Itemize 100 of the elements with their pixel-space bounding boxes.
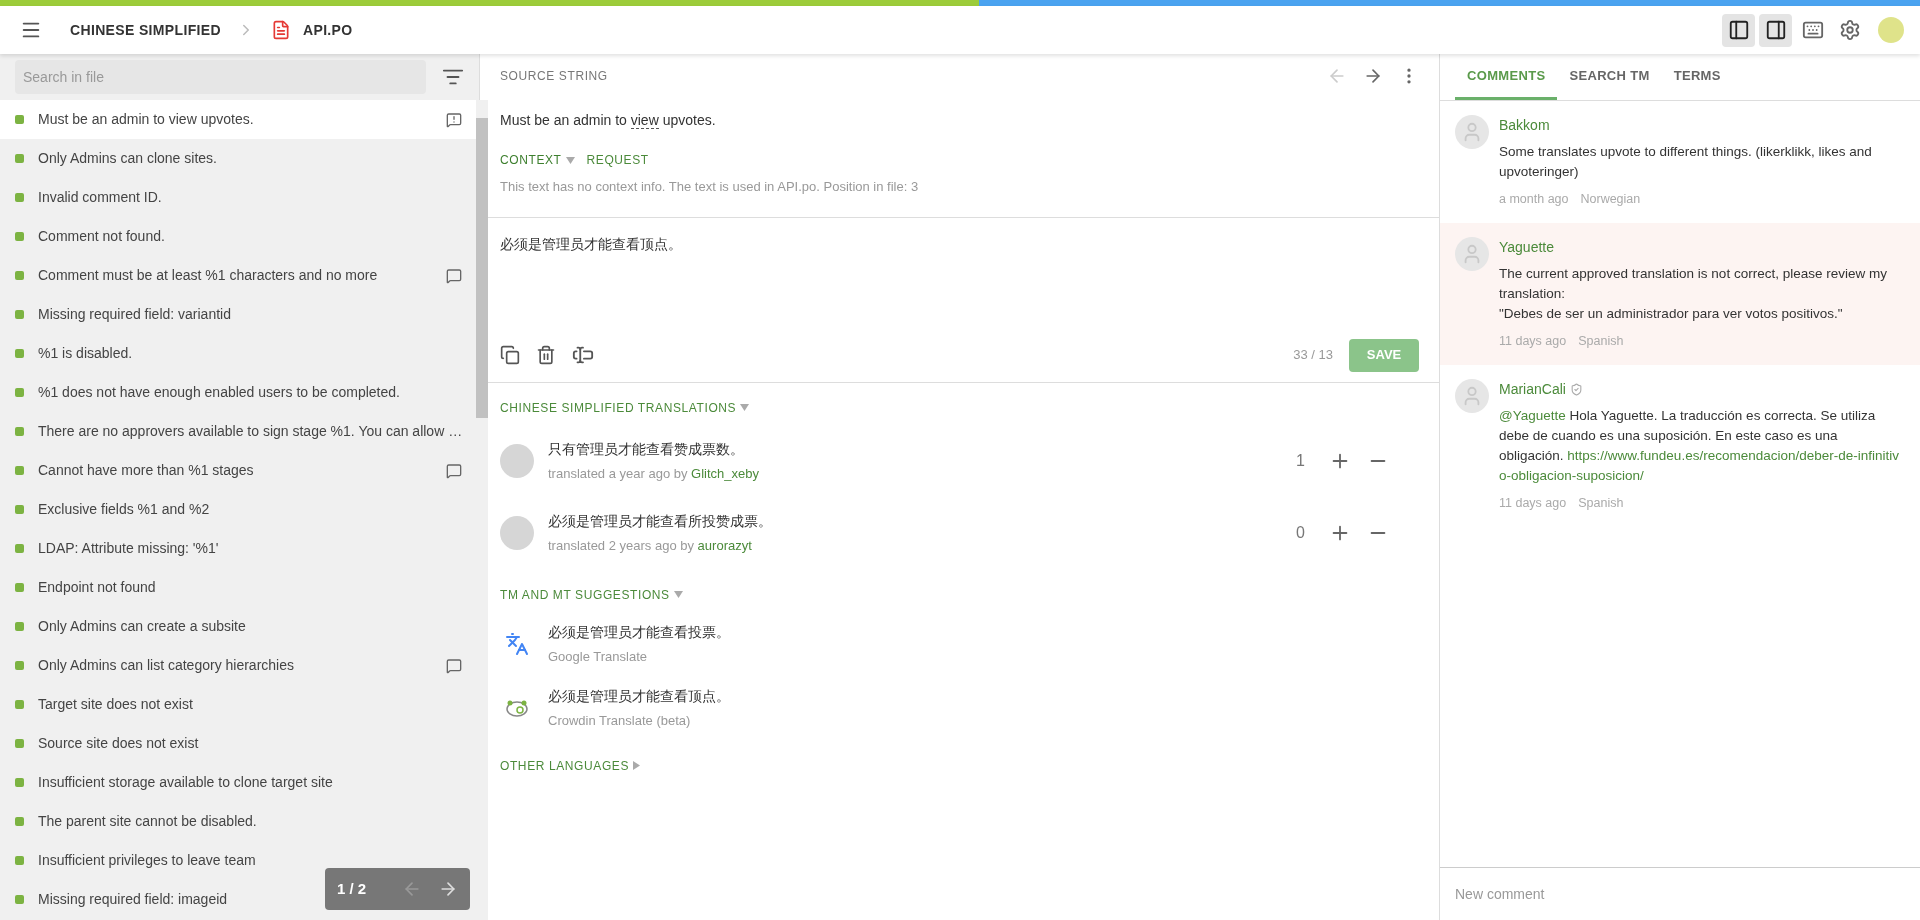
author-link[interactable]: Glitch_xeby [691, 465, 760, 481]
issue-icon [446, 111, 463, 128]
string-text: Missing required field: variantid [38, 305, 231, 324]
string-text: %1 does not have enough enabled users to be completed. [38, 383, 400, 402]
suggestion-source: Crowdin Translate (beta) [548, 712, 692, 730]
suggestion-text[interactable]: 必须是管理员才能查看投票。 [548, 621, 730, 643]
comment-language: Norwegian [1580, 191, 1641, 208]
comment-language: Spanish [1578, 332, 1624, 350]
copy-source-icon[interactable] [500, 345, 520, 365]
string-row[interactable]: Insufficient privileges to leave team [0, 841, 270, 880]
comment-text: The current approved translation is not correct, please review my translation: "Debes de ser un administrador para ver votos positivos." [1499, 264, 1888, 323]
string-row[interactable]: Target site does not exist [0, 685, 207, 724]
translation-text: 只有管理员才能查看赞成票数。 [548, 439, 745, 459]
string-row[interactable]: %1 does not have enough enabled users to be completed. [0, 373, 414, 412]
context-tab[interactable]: CONTEXT [500, 151, 575, 169]
comment-icon [446, 267, 463, 284]
breadcrumb-file[interactable]: API.PO [303, 19, 353, 41]
user-avatar [1455, 378, 1489, 413]
string-row[interactable]: Source site does not exist [0, 724, 213, 763]
page-counter: 1 / 2 [337, 878, 367, 899]
user-avatar [1455, 115, 1489, 149]
string-text: Comment must be at least %1 characters and no more [38, 266, 378, 285]
breadcrumb-language[interactable]: CHINESE SIMPLIFIED [70, 19, 221, 41]
translation-input[interactable]: 必须是管理员才能查看顶点。 [500, 233, 1419, 339]
string-text: Target site does not exist [38, 695, 193, 714]
string-text: Only Admins can list category hierarchies [38, 656, 294, 675]
string-row[interactable]: LDAP: Attribute missing: '%1' [0, 529, 233, 568]
string-text: Exclusive fields %1 and %2 [38, 500, 210, 519]
section-title[interactable]: OTHER LANGUAGES [500, 756, 630, 775]
comment-author[interactable]: MarianCali [1499, 378, 1566, 400]
comment-text: @Yaguette Hola Yaguette. La traducción es correcta. Se utiliza debe de cuando es una suposición. En este caso es una obligación. https://www.fundeu.es/recomendacion/deber-de-infinitivo-obligacion-suposicion/ [1499, 406, 1900, 485]
comment-icon [446, 657, 463, 674]
string-row[interactable]: There are no approvers available to sign stage %1. You can allow … [0, 412, 477, 451]
string-text: Comment not found. [38, 227, 165, 246]
string-text: %1 is disabled. [38, 344, 133, 363]
context-tab[interactable]: REQUEST [586, 151, 649, 169]
string-text: Source site does not exist [38, 734, 199, 753]
translation-text: 必须是管理员才能查看所投赞成票。 [548, 512, 772, 531]
string-row[interactable]: Endpoint not found [0, 568, 170, 607]
string-row[interactable]: Comment not found. [0, 217, 179, 256]
vote-count: 1 [1296, 450, 1305, 471]
string-text: The parent site cannot be disabled. [38, 812, 257, 831]
caret-down-icon [740, 404, 750, 411]
user-avatar [1455, 236, 1489, 271]
string-row[interactable]: Missing required field: imageid [0, 880, 242, 919]
search-field[interactable]: Search in file [15, 60, 426, 94]
toolbar-button[interactable] [1722, 13, 1755, 47]
file-icon [271, 20, 291, 40]
string-row[interactable]: %1 is disabled. [0, 334, 147, 373]
left-panel-icon [1727, 19, 1750, 41]
string-row[interactable]: Comment must be at least %1 characters and no more [0, 256, 477, 295]
vote-count: 0 [1296, 523, 1305, 544]
section-title[interactable]: TM AND MT SUGGESTIONS [500, 585, 670, 604]
translation-meta: translated a year ago by [548, 465, 689, 481]
string-row[interactable]: Only Admins can clone sites. [0, 139, 231, 178]
string-text: Endpoint not found [38, 578, 156, 597]
string-text: Missing required field: imageid [38, 890, 228, 909]
author-link[interactable]: aurorazyt [697, 538, 752, 553]
string-row[interactable]: The parent site cannot be disabled. [0, 802, 271, 841]
string-row[interactable]: Invalid comment ID. [0, 178, 176, 217]
string-row[interactable]: Only Admins can list category hierarchies [0, 646, 477, 685]
caret-right-icon [633, 761, 641, 770]
string-text: Invalid comment ID. [38, 188, 162, 207]
comment-time: 11 days ago [1499, 332, 1567, 350]
section-label: SOURCE STRING [500, 68, 608, 85]
string-text: Must be an admin to view upvotes. [38, 110, 254, 129]
keyboard-icon [1801, 19, 1824, 41]
comment-language: Spanish [1578, 494, 1624, 512]
string-row[interactable]: Only Admins can create a subsite [0, 607, 260, 646]
translation-meta: translated 2 years ago by [548, 538, 695, 553]
string-row[interactable]: Missing required field: variantid [0, 295, 245, 334]
suggestion-text[interactable]: 必须是管理员才能查看顶点。 [548, 686, 730, 707]
string-row[interactable]: Cannot have more than %1 stages [0, 451, 477, 490]
caret-down-icon [673, 591, 683, 598]
panel-tab[interactable]: TERMS [1661, 54, 1733, 100]
comment-author[interactable]: Bakkom [1499, 115, 1550, 136]
scrollbar[interactable] [476, 100, 489, 920]
new-comment-field[interactable]: New comment [1455, 883, 1905, 905]
string-text: LDAP: Attribute missing: '%1' [38, 539, 219, 558]
suggestion-source: Google Translate [548, 647, 648, 666]
user-avatar [500, 443, 534, 478]
user-avatar [500, 516, 534, 551]
right-panel-icon [1764, 19, 1787, 41]
string-row[interactable]: Insufficient storage available to clone target site [0, 763, 347, 802]
string-text: There are no approvers available to sign stage %1. You can allow … [38, 422, 463, 441]
panel-tab[interactable]: SEARCH TM [1557, 54, 1662, 100]
caret-down-icon [565, 156, 575, 164]
toolbar-button[interactable] [1759, 13, 1792, 47]
string-row[interactable]: Must be an admin to view upvotes. [0, 100, 477, 139]
string-row[interactable]: Exclusive fields %1 and %2 [0, 490, 224, 529]
section-title[interactable]: CHINESE SIMPLIFIED TRANSLATIONS [500, 398, 737, 417]
comment-time: 11 days ago [1499, 494, 1567, 512]
text-cursor-icon[interactable] [572, 344, 594, 366]
comment-author[interactable]: Yaguette [1499, 236, 1554, 258]
source-text: Must be an admin to view upvotes. [500, 111, 717, 131]
comment-time: a month ago [1499, 191, 1569, 208]
comment-text: Some translates upvote to different things. (likerklikk, likes and upvoteringer) [1499, 143, 1873, 181]
settings-icon [1838, 19, 1861, 41]
string-text: Insufficient privileges to leave team [38, 851, 256, 870]
delete-icon[interactable] [536, 345, 556, 365]
